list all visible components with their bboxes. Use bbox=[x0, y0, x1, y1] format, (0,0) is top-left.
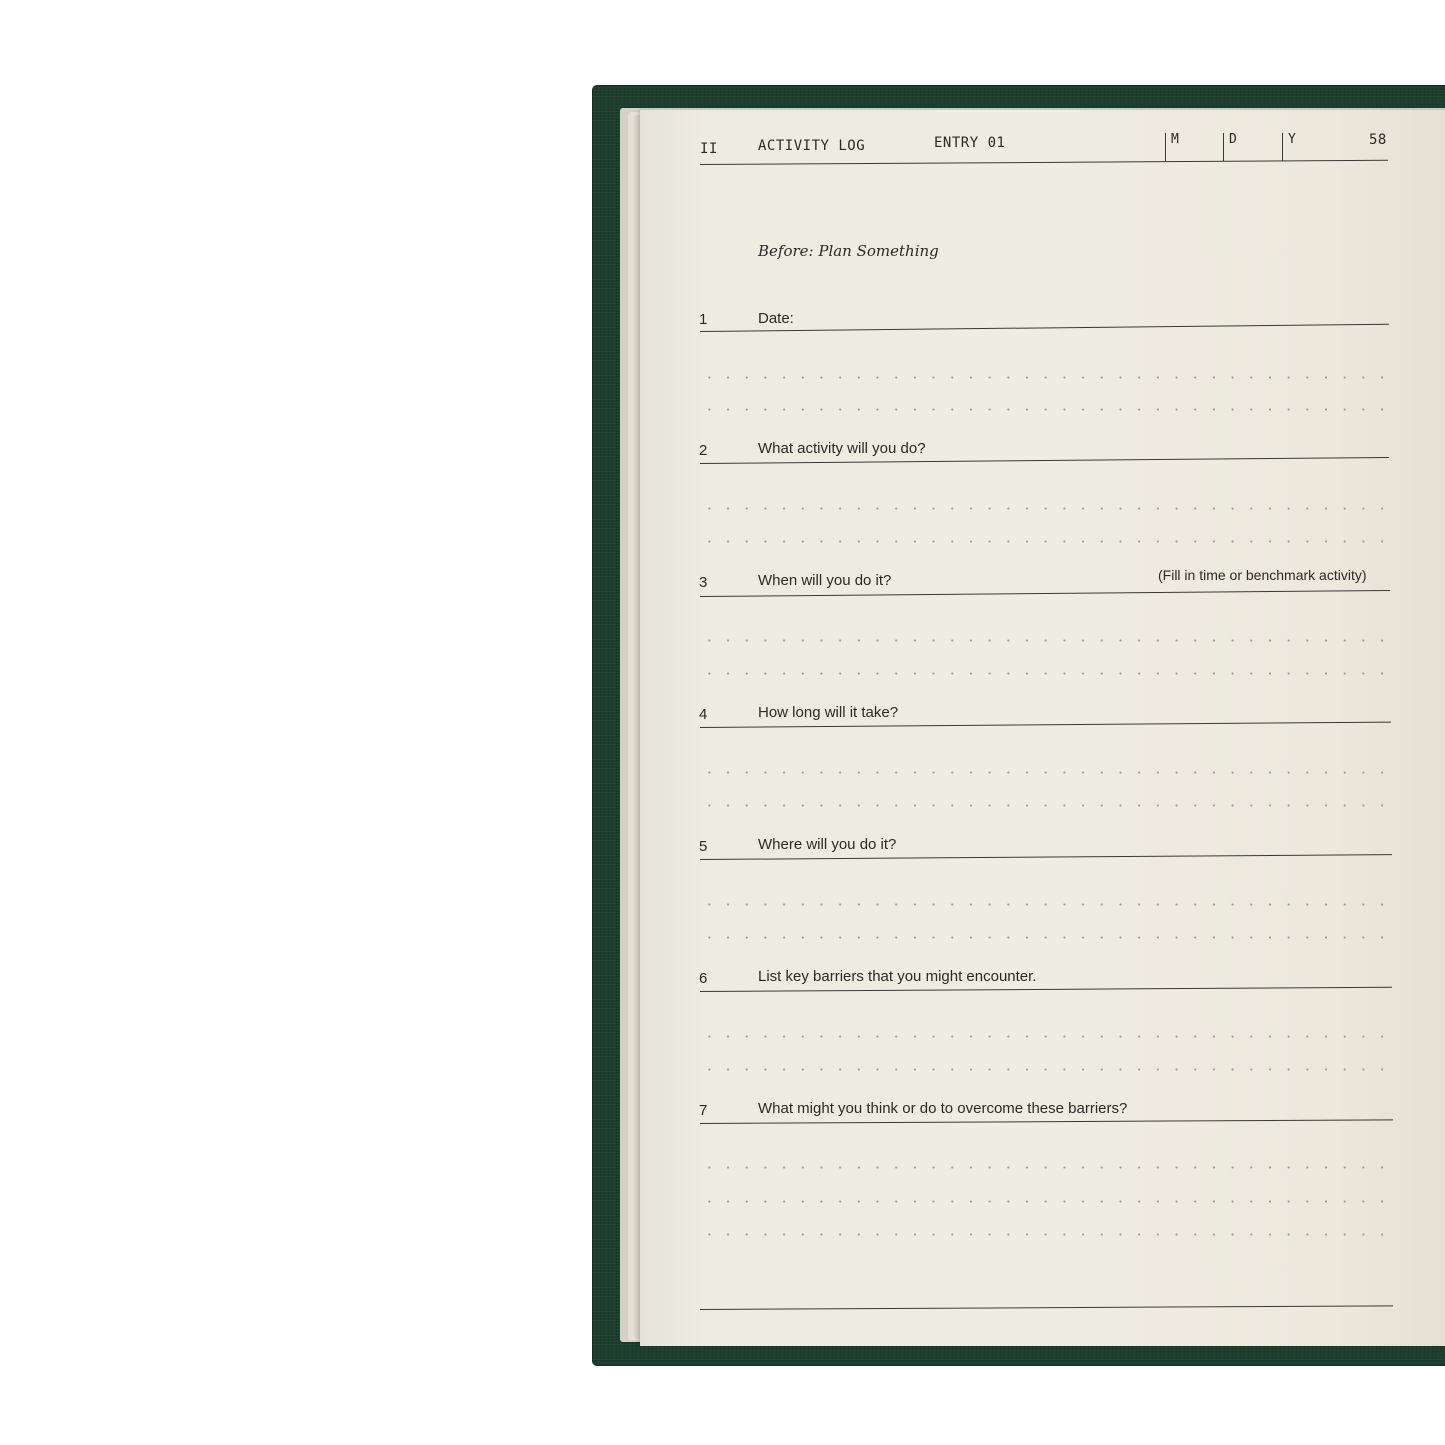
date-divider bbox=[1223, 133, 1225, 161]
dot-row bbox=[700, 376, 1392, 379]
page-title: ACTIVITY LOG bbox=[758, 138, 866, 154]
entry-label: ENTRY 01 bbox=[934, 135, 1006, 151]
dot-row bbox=[700, 771, 1392, 774]
question-label: Where will you do it? bbox=[758, 836, 897, 853]
dot-row bbox=[700, 903, 1392, 906]
question-label: What activity will you do? bbox=[758, 440, 926, 457]
dot-row bbox=[700, 540, 1392, 543]
question-number: 3 bbox=[699, 574, 708, 591]
question-number: 6 bbox=[699, 970, 708, 987]
dot-row bbox=[700, 936, 1392, 939]
dot-row bbox=[700, 1166, 1392, 1169]
question-note: (Fill in time or benchmark activity) bbox=[1158, 567, 1367, 583]
question-number: 5 bbox=[699, 838, 708, 855]
date-divider bbox=[1165, 133, 1167, 161]
question-number: 2 bbox=[699, 442, 708, 459]
dot-row bbox=[700, 804, 1392, 807]
dot-row bbox=[700, 1068, 1392, 1071]
question-label: What might you think or do to overcome t… bbox=[758, 1100, 1128, 1117]
question-label: List key barriers that you might encount… bbox=[758, 968, 1037, 985]
date-divider bbox=[1282, 133, 1284, 161]
section-heading: Before: Plan Something bbox=[758, 242, 939, 260]
question-label: How long will it take? bbox=[758, 704, 899, 721]
day-label: D bbox=[1229, 132, 1237, 147]
dot-row bbox=[700, 408, 1392, 411]
dot-row bbox=[700, 1200, 1392, 1203]
year-label: Y bbox=[1288, 132, 1296, 147]
question-number: 1 bbox=[699, 311, 708, 328]
dot-row bbox=[700, 639, 1392, 642]
question-number: 4 bbox=[699, 706, 708, 723]
dot-row bbox=[700, 507, 1392, 510]
month-label: M bbox=[1171, 132, 1179, 147]
dot-row bbox=[700, 1233, 1392, 1236]
dot-row bbox=[700, 1035, 1392, 1038]
page-number: 58 bbox=[1369, 132, 1387, 148]
section-number: II bbox=[700, 141, 718, 157]
question-label: Date: bbox=[758, 310, 794, 327]
dot-row bbox=[700, 672, 1392, 675]
question-number: 7 bbox=[699, 1102, 708, 1119]
notebook-page bbox=[640, 110, 1445, 1346]
question-label: When will you do it? bbox=[758, 572, 892, 589]
